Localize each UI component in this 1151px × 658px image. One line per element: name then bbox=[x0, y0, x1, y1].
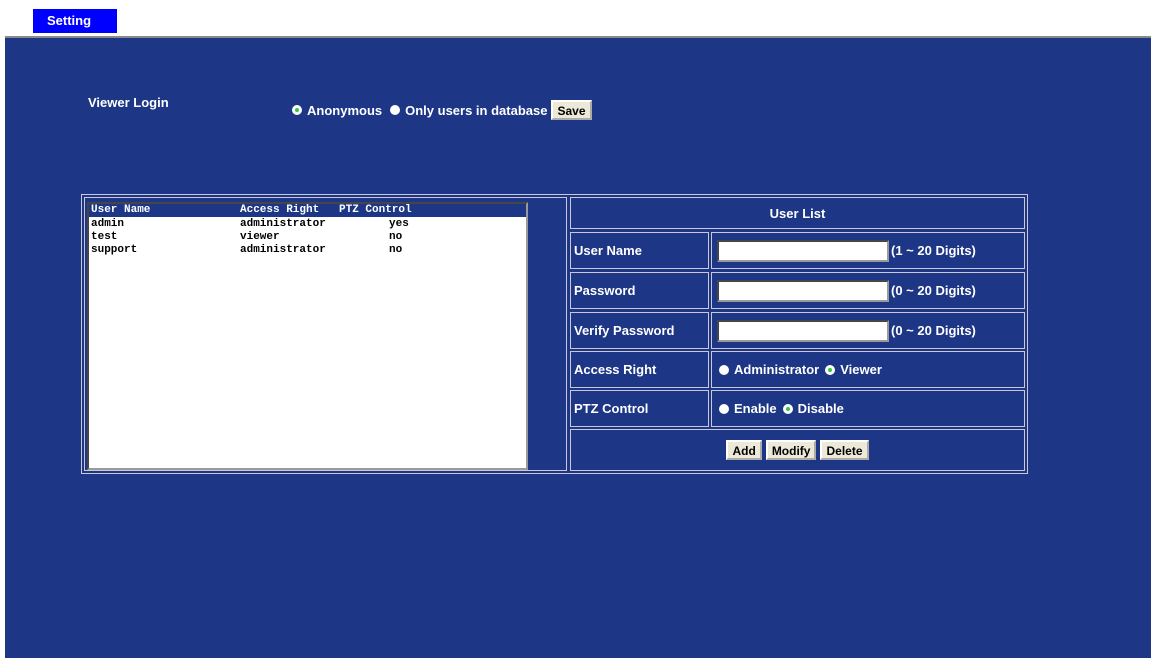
enable-label: Enable bbox=[734, 401, 777, 416]
only-users-label: Only users in database bbox=[405, 102, 548, 118]
disable-radio[interactable] bbox=[782, 403, 793, 414]
password-field[interactable] bbox=[717, 279, 889, 302]
verify-password-hint: (0 ~ 20 Digits) bbox=[891, 323, 976, 338]
administrator-radio[interactable] bbox=[719, 364, 729, 375]
row-ptz-control: yes bbox=[389, 218, 409, 230]
list-item[interactable]: test viewer no bbox=[89, 231, 526, 244]
row-access-right: viewer bbox=[240, 231, 280, 243]
viewer-login-label: Viewer Login bbox=[88, 95, 169, 110]
verify-password-label: Verify Password bbox=[570, 312, 709, 349]
anonymous-radio[interactable] bbox=[292, 105, 302, 115]
username-cell: (1 ~ 20 Digits) bbox=[711, 232, 1025, 269]
header-access-right: Access Right bbox=[240, 204, 320, 216]
viewer-radio[interactable] bbox=[825, 364, 836, 375]
verify-password-field[interactable] bbox=[717, 319, 889, 342]
viewer-login-options: Anonymous Only users in database Save bbox=[292, 97, 592, 123]
user-actions: Add Modify Delete bbox=[570, 429, 1025, 471]
ptz-control-cell: Enable Disable bbox=[711, 390, 1025, 427]
add-button[interactable]: Add bbox=[726, 440, 762, 460]
row-user-name: test bbox=[91, 231, 118, 243]
username-field[interactable] bbox=[717, 239, 889, 262]
password-label: Password bbox=[570, 272, 709, 309]
list-item[interactable]: admin administrator yes bbox=[89, 218, 526, 231]
list-item[interactable]: support administrator no bbox=[89, 244, 526, 257]
tab-setting[interactable]: Setting bbox=[33, 9, 117, 33]
anonymous-label: Anonymous bbox=[307, 102, 383, 118]
only-users-radio[interactable] bbox=[390, 105, 401, 115]
disable-option[interactable]: Disable bbox=[782, 401, 844, 416]
user-listbox[interactable]: User Name Access Right PTZ Control admin… bbox=[87, 202, 528, 470]
row-access-right: administrator bbox=[240, 218, 326, 230]
top-bar: Setting bbox=[0, 0, 1151, 36]
disable-label: Disable bbox=[797, 401, 844, 416]
row-access-right: administrator bbox=[240, 244, 326, 256]
user-list-title: User List bbox=[570, 197, 1025, 229]
access-right-cell: Administrator Viewer bbox=[711, 351, 1025, 388]
modify-button[interactable]: Modify bbox=[765, 440, 817, 460]
enable-option[interactable]: Enable bbox=[719, 401, 777, 416]
row-ptz-control: no bbox=[389, 244, 403, 256]
header-user-name: User Name bbox=[91, 204, 151, 216]
password-cell: (0 ~ 20 Digits) bbox=[711, 272, 1025, 309]
administrator-option[interactable]: Administrator bbox=[719, 362, 819, 377]
ptz-control-label: PTZ Control bbox=[570, 390, 709, 427]
tab-setting-label: Setting bbox=[46, 13, 92, 28]
row-user-name: admin bbox=[91, 218, 125, 230]
delete-button[interactable]: Delete bbox=[820, 440, 869, 460]
viewer-option[interactable]: Viewer bbox=[825, 362, 882, 377]
enable-radio[interactable] bbox=[719, 403, 729, 414]
username-label: User Name bbox=[570, 232, 709, 269]
access-right-label: Access Right bbox=[570, 351, 709, 388]
administrator-label: Administrator bbox=[734, 362, 820, 377]
save-button[interactable]: Save bbox=[551, 100, 592, 120]
verify-password-cell: (0 ~ 20 Digits) bbox=[711, 312, 1025, 349]
row-ptz-control: no bbox=[389, 231, 403, 243]
password-hint: (0 ~ 20 Digits) bbox=[891, 283, 976, 298]
header-ptz-control: PTZ Control bbox=[339, 204, 412, 216]
row-user-name: support bbox=[91, 244, 138, 256]
list-header: User Name Access Right PTZ Control bbox=[89, 204, 526, 217]
viewer-label: Viewer bbox=[840, 362, 882, 377]
user-list-form: User List User Name (1 ~ 20 Digits) Pass… bbox=[570, 197, 1025, 471]
username-hint: (1 ~ 20 Digits) bbox=[891, 243, 976, 258]
